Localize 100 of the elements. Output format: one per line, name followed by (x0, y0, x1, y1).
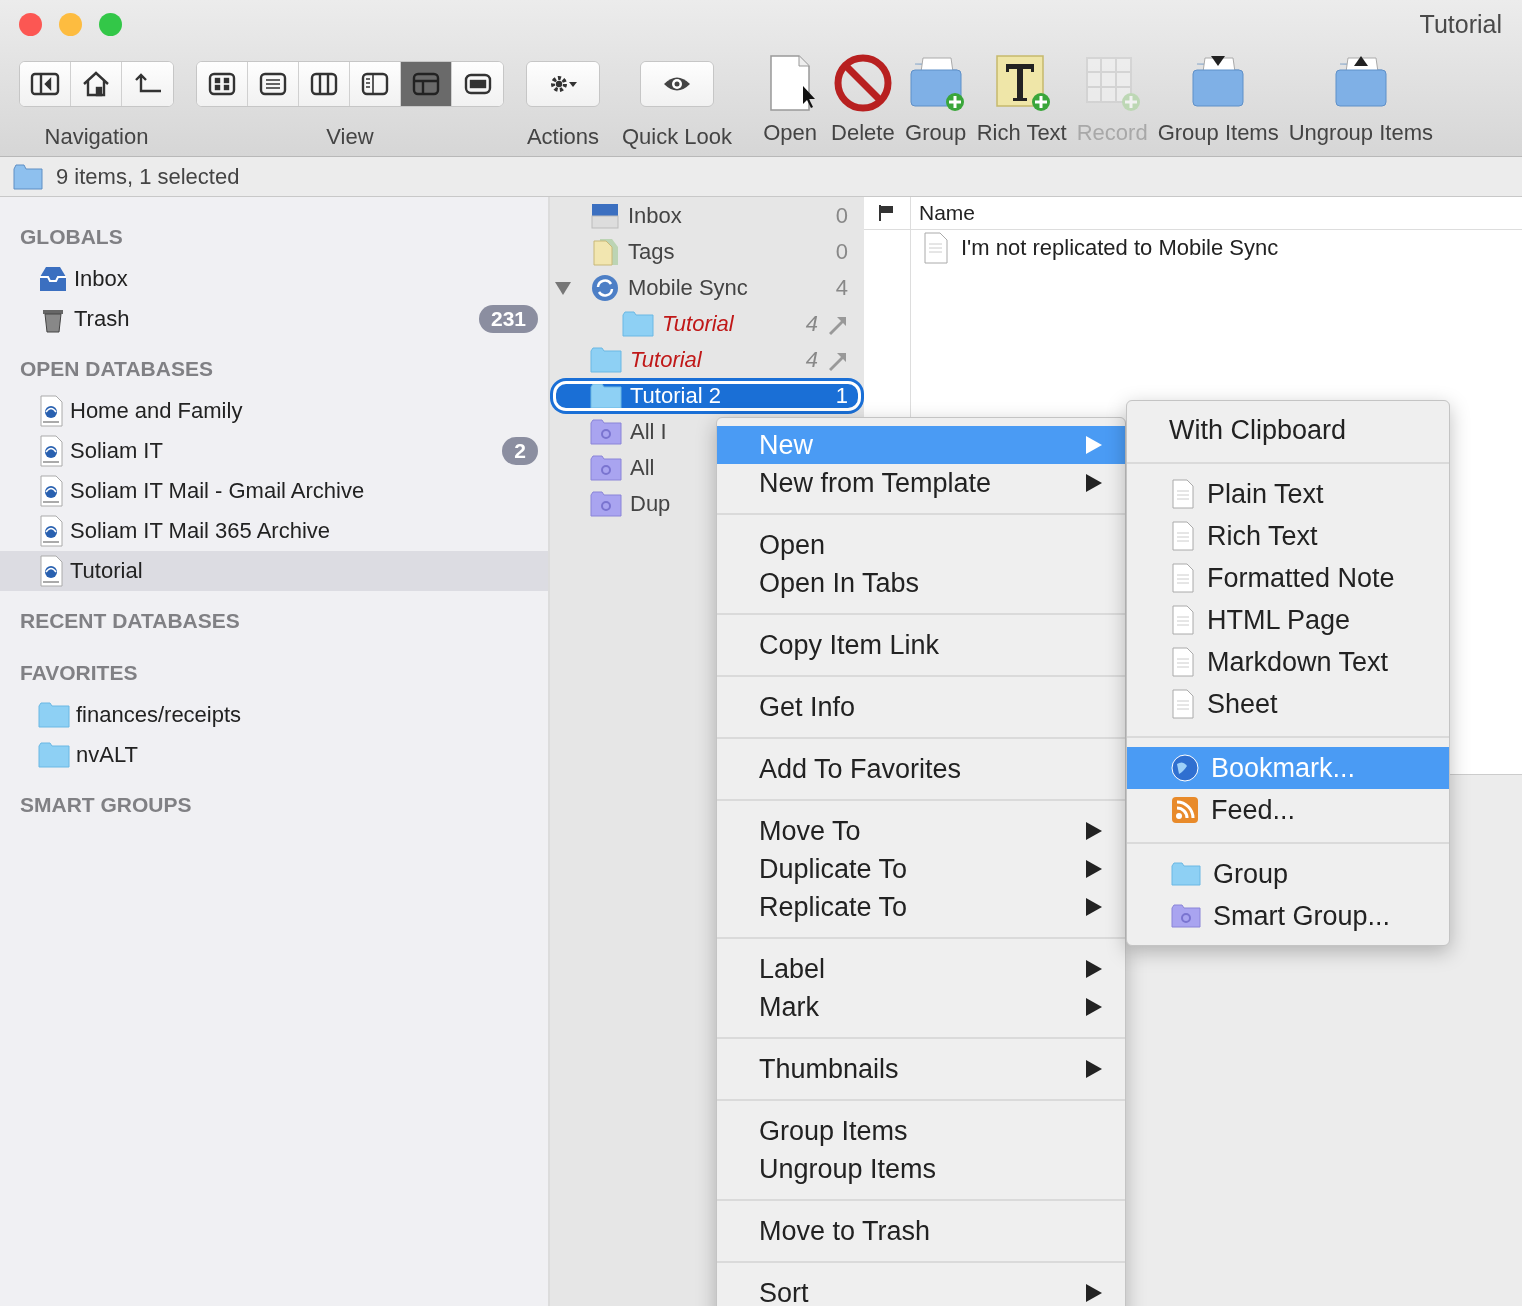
database-file-icon (38, 435, 64, 467)
sidebar-item[interactable]: Home and Family (0, 391, 548, 431)
group-label: Inbox (628, 203, 682, 229)
sidebar-item[interactable]: finances/receipts (0, 695, 548, 735)
group-row[interactable]: Tutorial 4 (550, 306, 864, 342)
toolbar-segment-button[interactable] (248, 62, 299, 106)
sidebar-section-heading: FAVORITES (19, 660, 139, 686)
sidebar-item-label: Soliam IT (70, 438, 163, 464)
window-title: Tutorial (1419, 9, 1502, 39)
menu-item[interactable]: Group (1127, 853, 1449, 895)
toolbar-button[interactable]: Delete (826, 52, 900, 144)
folder-icon (622, 311, 654, 337)
toolbar-segment-button[interactable] (197, 62, 248, 106)
sidebar-item[interactable]: Soliam IT 2 (0, 431, 548, 471)
menu-item[interactable]: Formatted Note (1127, 557, 1449, 599)
item-count: 4 (805, 311, 818, 337)
menu-item[interactable]: Ungroup Items (717, 1150, 1125, 1188)
toolbar-segment-button[interactable] (350, 62, 401, 106)
menu-item[interactable]: Move To (717, 812, 1125, 850)
toolbar-group-label: Quick Look (622, 124, 733, 150)
menu-item[interactable]: Rich Text (1127, 515, 1449, 557)
toolbar-button[interactable]: Group Items (1152, 52, 1284, 144)
menu-item[interactable]: Sort (717, 1274, 1125, 1306)
toolbar-group-label: View (326, 124, 374, 150)
menu-item[interactable]: Add To Favorites (717, 750, 1125, 788)
sidebar-item[interactable]: Tutorial (0, 551, 548, 591)
menu-item[interactable]: Duplicate To (717, 850, 1125, 888)
toolbar-button[interactable]: Group (899, 52, 972, 144)
menu-item[interactable]: Copy Item Link (717, 626, 1125, 664)
sidebar-section-heading: SMART GROUPS (19, 792, 193, 818)
sidebar-toggle-icon (30, 71, 60, 97)
toolbar-button[interactable]: Ungroup Items (1283, 52, 1438, 144)
group-row[interactable]: Tags 0 (550, 234, 864, 270)
menu-item[interactable]: Get Info (717, 688, 1125, 726)
group-label: Tutorial (662, 311, 734, 337)
document-icon (923, 232, 949, 264)
group-label: Mobile Sync (628, 275, 748, 301)
toolbar-button[interactable]: Open (754, 52, 827, 144)
grid-icon (207, 71, 237, 97)
group-label: All (630, 455, 655, 481)
database-file-icon (38, 555, 64, 587)
group-row[interactable]: Mobile Sync 4 (550, 270, 864, 306)
menu-item[interactable]: Move to Trash (717, 1212, 1125, 1250)
smart-folder-icon (590, 455, 622, 481)
menu-item[interactable]: Replicate To (717, 888, 1125, 926)
columns-icon (309, 71, 339, 97)
sidebar-item[interactable]: Trash 231 (0, 299, 548, 339)
document-icon (1171, 689, 1195, 719)
sidebar-item[interactable]: nvALT (0, 735, 548, 775)
column-header[interactable]: Name (910, 197, 976, 229)
toolbar-segment-button[interactable] (71, 62, 122, 106)
item-count: 4 (835, 275, 848, 301)
sidebar-item[interactable]: Inbox (0, 259, 548, 299)
group-row[interactable]: Tutorial 4 (550, 342, 864, 378)
toolbar-segment-button[interactable] (20, 62, 71, 106)
sidebar-item-label: Home and Family (70, 398, 243, 424)
toolbar-segment-button[interactable] (452, 62, 503, 106)
disclosure-triangle-icon[interactable] (554, 280, 572, 296)
inbox-tray-icon (38, 265, 68, 293)
document-icon (1171, 563, 1195, 593)
menu-item[interactable]: New from Template (717, 464, 1125, 502)
folder-icon (590, 383, 622, 409)
toolbar-segment-button[interactable] (641, 62, 714, 106)
sidebar-item[interactable]: Soliam IT Mail 365 Archive (0, 511, 548, 551)
menu-item[interactable]: Open In Tabs (717, 564, 1125, 602)
toolbar-segment-button[interactable] (299, 62, 350, 106)
sidebar-item-label: Soliam IT Mail - Gmail Archive (70, 478, 365, 504)
list-icon (258, 71, 288, 97)
menu-item[interactable]: HTML Page (1127, 599, 1449, 641)
group-label: Tags (628, 239, 675, 265)
item-count: 0 (835, 203, 848, 229)
menu-item[interactable]: Sheet (1127, 683, 1449, 725)
menu-item[interactable]: Feed... (1127, 789, 1449, 831)
menu-item[interactable]: With Clipboard (1127, 409, 1449, 451)
sidebar-item[interactable]: Soliam IT Mail - Gmail Archive (0, 471, 548, 511)
sidebar-section-heading: GLOBALS (19, 224, 124, 250)
menu-item[interactable]: Smart Group... (1127, 895, 1449, 937)
sidebar-item-label: Trash (74, 306, 130, 332)
menu-item[interactable]: Label (717, 950, 1125, 988)
group-label: Tutorial 2 (630, 383, 721, 409)
group-row[interactable]: Tutorial 2 1 (550, 378, 864, 414)
item-count: 0 (835, 239, 848, 265)
toolbar-button[interactable]: Rich Text (971, 52, 1072, 144)
toolbar-segment-button[interactable] (122, 62, 173, 106)
toolbar-group-label: Actions (526, 124, 600, 150)
menu-item[interactable]: Plain Text (1127, 473, 1449, 515)
menu-item[interactable]: Thumbnails (717, 1050, 1125, 1088)
close-button[interactable] (19, 12, 42, 36)
menu-item[interactable]: Open (717, 526, 1125, 564)
group-label: All I (630, 419, 667, 445)
menu-item[interactable]: Mark (717, 988, 1125, 1026)
menu-item[interactable]: Group Items (717, 1112, 1125, 1150)
database-file-icon (38, 395, 64, 427)
folder-icon (590, 347, 622, 373)
sidebar-section-heading: OPEN DATABASES (19, 356, 214, 382)
toolbar-segment-button[interactable] (527, 62, 599, 106)
item-count: 4 (805, 347, 818, 373)
group-row[interactable]: Inbox 0 (550, 198, 864, 234)
menu-item[interactable]: Markdown Text (1127, 641, 1449, 683)
rss-feed-icon (1171, 796, 1199, 824)
